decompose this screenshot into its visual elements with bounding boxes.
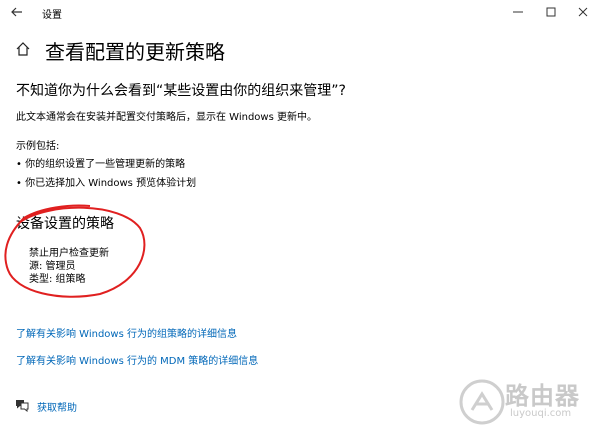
watermark-name: 路由器 [505,382,580,410]
group-policy-info-link[interactable]: 了解有关影响 Windows 行为的组策略的详细信息 [16,325,237,340]
example-bullet: • 你的组织设置了一些管理更新的策略 [16,159,186,170]
minimize-icon[interactable] [509,3,527,21]
watermark-url: luyouqi.com [510,408,572,419]
window-title: 设置 [42,10,62,21]
mdm-policy-info-link[interactable]: 了解有关影响 Windows 行为的 MDM 策略的详细信息 [16,352,258,367]
back-arrow-icon[interactable] [8,3,26,21]
home-icon[interactable] [15,41,31,57]
maximize-icon[interactable] [542,3,560,21]
example-bullet: • 你已选择加入 Windows 预览体验计划 [16,178,197,189]
chat-help-icon[interactable] [14,397,30,413]
examples-label: 示例包括: [16,141,60,152]
get-help-link[interactable]: 获取帮助 [37,399,77,414]
description-text: 此文本通常会在安装并配置交付策略后，显示在 Windows 更新中。 [16,112,317,123]
faq-question: 不知道你为什么会看到“某些设置由你的组织来管理”? [16,83,346,99]
red-circle-annotation [0,200,152,300]
page-title: 查看配置的更新策略 [45,40,225,64]
close-icon[interactable] [574,3,592,21]
